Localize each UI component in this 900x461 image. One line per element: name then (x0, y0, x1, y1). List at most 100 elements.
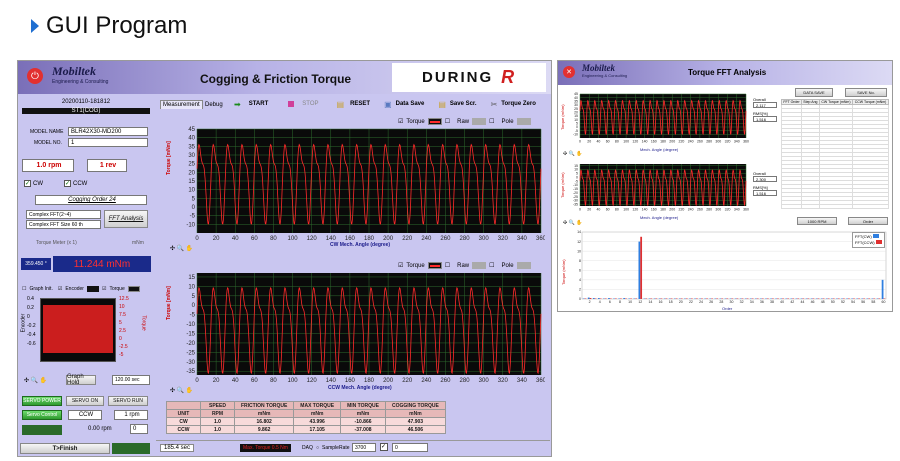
fft-cw-tools[interactable]: ✣ 🔍 ✋ (563, 151, 582, 157)
fft-type-select[interactable]: Complex FFT(2~4) (26, 210, 101, 219)
stop-icon (288, 101, 295, 107)
servo-power-button[interactable]: SERVO POWER (22, 396, 62, 406)
fft-table-row (781, 204, 889, 209)
x-tick-label: 80 (270, 378, 277, 384)
plot1-tools[interactable]: ✣ 🔍 ✋ (170, 245, 193, 252)
graph-hold-button[interactable]: Graph Hold (66, 374, 96, 386)
data-save-button[interactable]: ▣ Data Save (384, 100, 424, 109)
station-label: ST1(COG) (22, 108, 150, 114)
torque-legend-swatch-2 (427, 262, 442, 269)
main-title: Cogging & Friction Torque (200, 72, 352, 86)
tab-debug[interactable]: Debug (203, 101, 225, 109)
table-cell: COGGING TORQUE (384, 401, 446, 410)
stop-button[interactable]: STOP (288, 101, 319, 107)
graph-hold-tools[interactable]: ✣ 🔍 ✋ (24, 377, 47, 384)
plot2-tools[interactable]: ✣ 🔍 ✋ (170, 387, 193, 394)
legend-torque-1: Torque (406, 118, 425, 125)
y-tick-label: 45 (574, 92, 578, 96)
x-tick-label: 140 (642, 208, 648, 212)
x-tick-label: 320 (498, 236, 509, 242)
finish-button[interactable]: T>Finish (20, 443, 110, 454)
torque-checkbox-2[interactable]: ☑ (398, 262, 403, 269)
table-row: UNIT RPM mNm mNm mNm mNm (166, 409, 446, 418)
y-tick-label: 0 (576, 175, 578, 179)
y-tick-label: 35 (574, 100, 578, 104)
table-cell: MIN TORQUE (340, 401, 386, 410)
servo-control-button[interactable]: Servo Control (22, 410, 62, 420)
bar-y-tick-label: 8 (579, 259, 581, 263)
graph-init-checkbox[interactable]: ☐ (22, 286, 26, 292)
encoder-checkbox[interactable]: ☑ (58, 286, 62, 292)
page-heading: GUI Program (30, 12, 187, 40)
x-tick-label: 160 (345, 378, 356, 384)
cw-checkbox[interactable]: ✓ CW (24, 180, 43, 187)
fft-save-no-button[interactable]: SAVE No. (845, 88, 887, 97)
model-name-field[interactable]: BLR42X30-MD200 (68, 127, 148, 136)
partner-name: DURING (422, 69, 494, 86)
y-tick-label: 10 (574, 168, 578, 172)
legend-torque-2: Torque (406, 262, 425, 269)
fft-data-save-button[interactable]: DATA SAVE (795, 88, 833, 97)
direction-select[interactable]: CCW (68, 410, 102, 420)
model-no-field[interactable]: 1 (68, 138, 148, 147)
x-tick-label: 240 (688, 208, 694, 212)
ccw-label: CCW (73, 180, 88, 187)
y-tick-label: -20 (186, 341, 195, 347)
status-checkbox[interactable]: ✓ (380, 443, 388, 451)
raw-checkbox-2[interactable]: ☐ (489, 262, 494, 269)
servo-rpm-field[interactable]: 1 rpm (114, 410, 148, 420)
x-tick-label: 40 (232, 378, 239, 384)
tab-measurement[interactable]: Measurement (160, 100, 203, 109)
speed-field[interactable]: 1.0 rpm (22, 159, 74, 172)
torque-zero-button[interactable]: ✂ Torque Zero (491, 100, 536, 109)
ccw-checkbox[interactable]: ✓ CCW (64, 180, 87, 187)
y-tick-label: 30 (574, 103, 578, 107)
fft-cw-plot-label: Torque (mNm) (560, 104, 565, 130)
x-tick-label: 180 (660, 208, 666, 212)
x-tick-label: 240 (421, 378, 432, 384)
raw-checkbox-1[interactable]: ☐ (489, 118, 494, 125)
rms-value-1: 1.516 (753, 116, 777, 122)
torque-visible-checkbox-1[interactable]: ☐ (445, 118, 450, 125)
bar-x-tick-label: 34 (750, 300, 754, 304)
hold-time-field[interactable]: 120.00 sec (112, 375, 150, 385)
servo-run-button[interactable]: SERVO RUN (108, 396, 148, 406)
fft-speed-button[interactable]: 1000 RPM (797, 217, 837, 225)
pole-legend-swatch-1 (516, 118, 531, 125)
rev-field[interactable]: 1 rev (87, 159, 127, 172)
torque-visible-checkbox-2[interactable]: ☐ (445, 262, 450, 269)
bar-plot-area (581, 231, 887, 300)
save-screen-button[interactable]: ▤ Save Scr. (438, 100, 476, 109)
ccw-bar-swatch (875, 240, 882, 244)
x-tick-label: 260 (440, 236, 451, 242)
x-tick-label: 280 (706, 208, 712, 212)
x-tick-label: 20 (587, 208, 591, 212)
y-tick-label: 15 (574, 164, 578, 168)
x-tick-label: 40 (596, 208, 600, 212)
reset-button[interactable]: ▤ RESET (337, 100, 371, 109)
start-button[interactable]: ➡ START (234, 100, 268, 109)
y-tick-label: 45 (188, 127, 195, 133)
torque-checkbox-1[interactable]: ☑ (398, 118, 403, 125)
torque-meter-unit: mNm (132, 240, 144, 246)
fft-analysis-button[interactable]: FFT Analysis (104, 210, 148, 228)
y-tick-label: 5 (192, 294, 196, 300)
x-tick-label: 20 (213, 378, 220, 384)
fft-ccw-tools[interactable]: ✣ 🔍 ✋ (563, 220, 582, 226)
fft-close-icon[interactable]: ✕ (563, 66, 575, 78)
servo-on-button[interactable]: SERVO ON (66, 396, 104, 406)
bar-x-tick-label: 52 (841, 300, 845, 304)
bar-x-tick-label: 42 (790, 300, 794, 304)
fft-size-select[interactable]: Complex FFT Size 60 th (26, 220, 101, 229)
cogging-order-field[interactable]: Cogging Order 24 (35, 195, 147, 205)
fft-order-button[interactable]: Order (848, 217, 888, 225)
x-tick-label: 340 (734, 208, 740, 212)
x-tick-label: 340 (517, 236, 528, 242)
y-tick-label: -25 (573, 195, 578, 199)
cw-bar (881, 279, 884, 299)
fft-table-cell (800, 204, 820, 209)
torque-checkbox[interactable]: ☑ (102, 286, 106, 292)
power-icon[interactable]: ⏻ (27, 68, 43, 84)
legend-pole-1: Pole (501, 118, 514, 125)
bar-x-tick-label: 50 (831, 300, 835, 304)
